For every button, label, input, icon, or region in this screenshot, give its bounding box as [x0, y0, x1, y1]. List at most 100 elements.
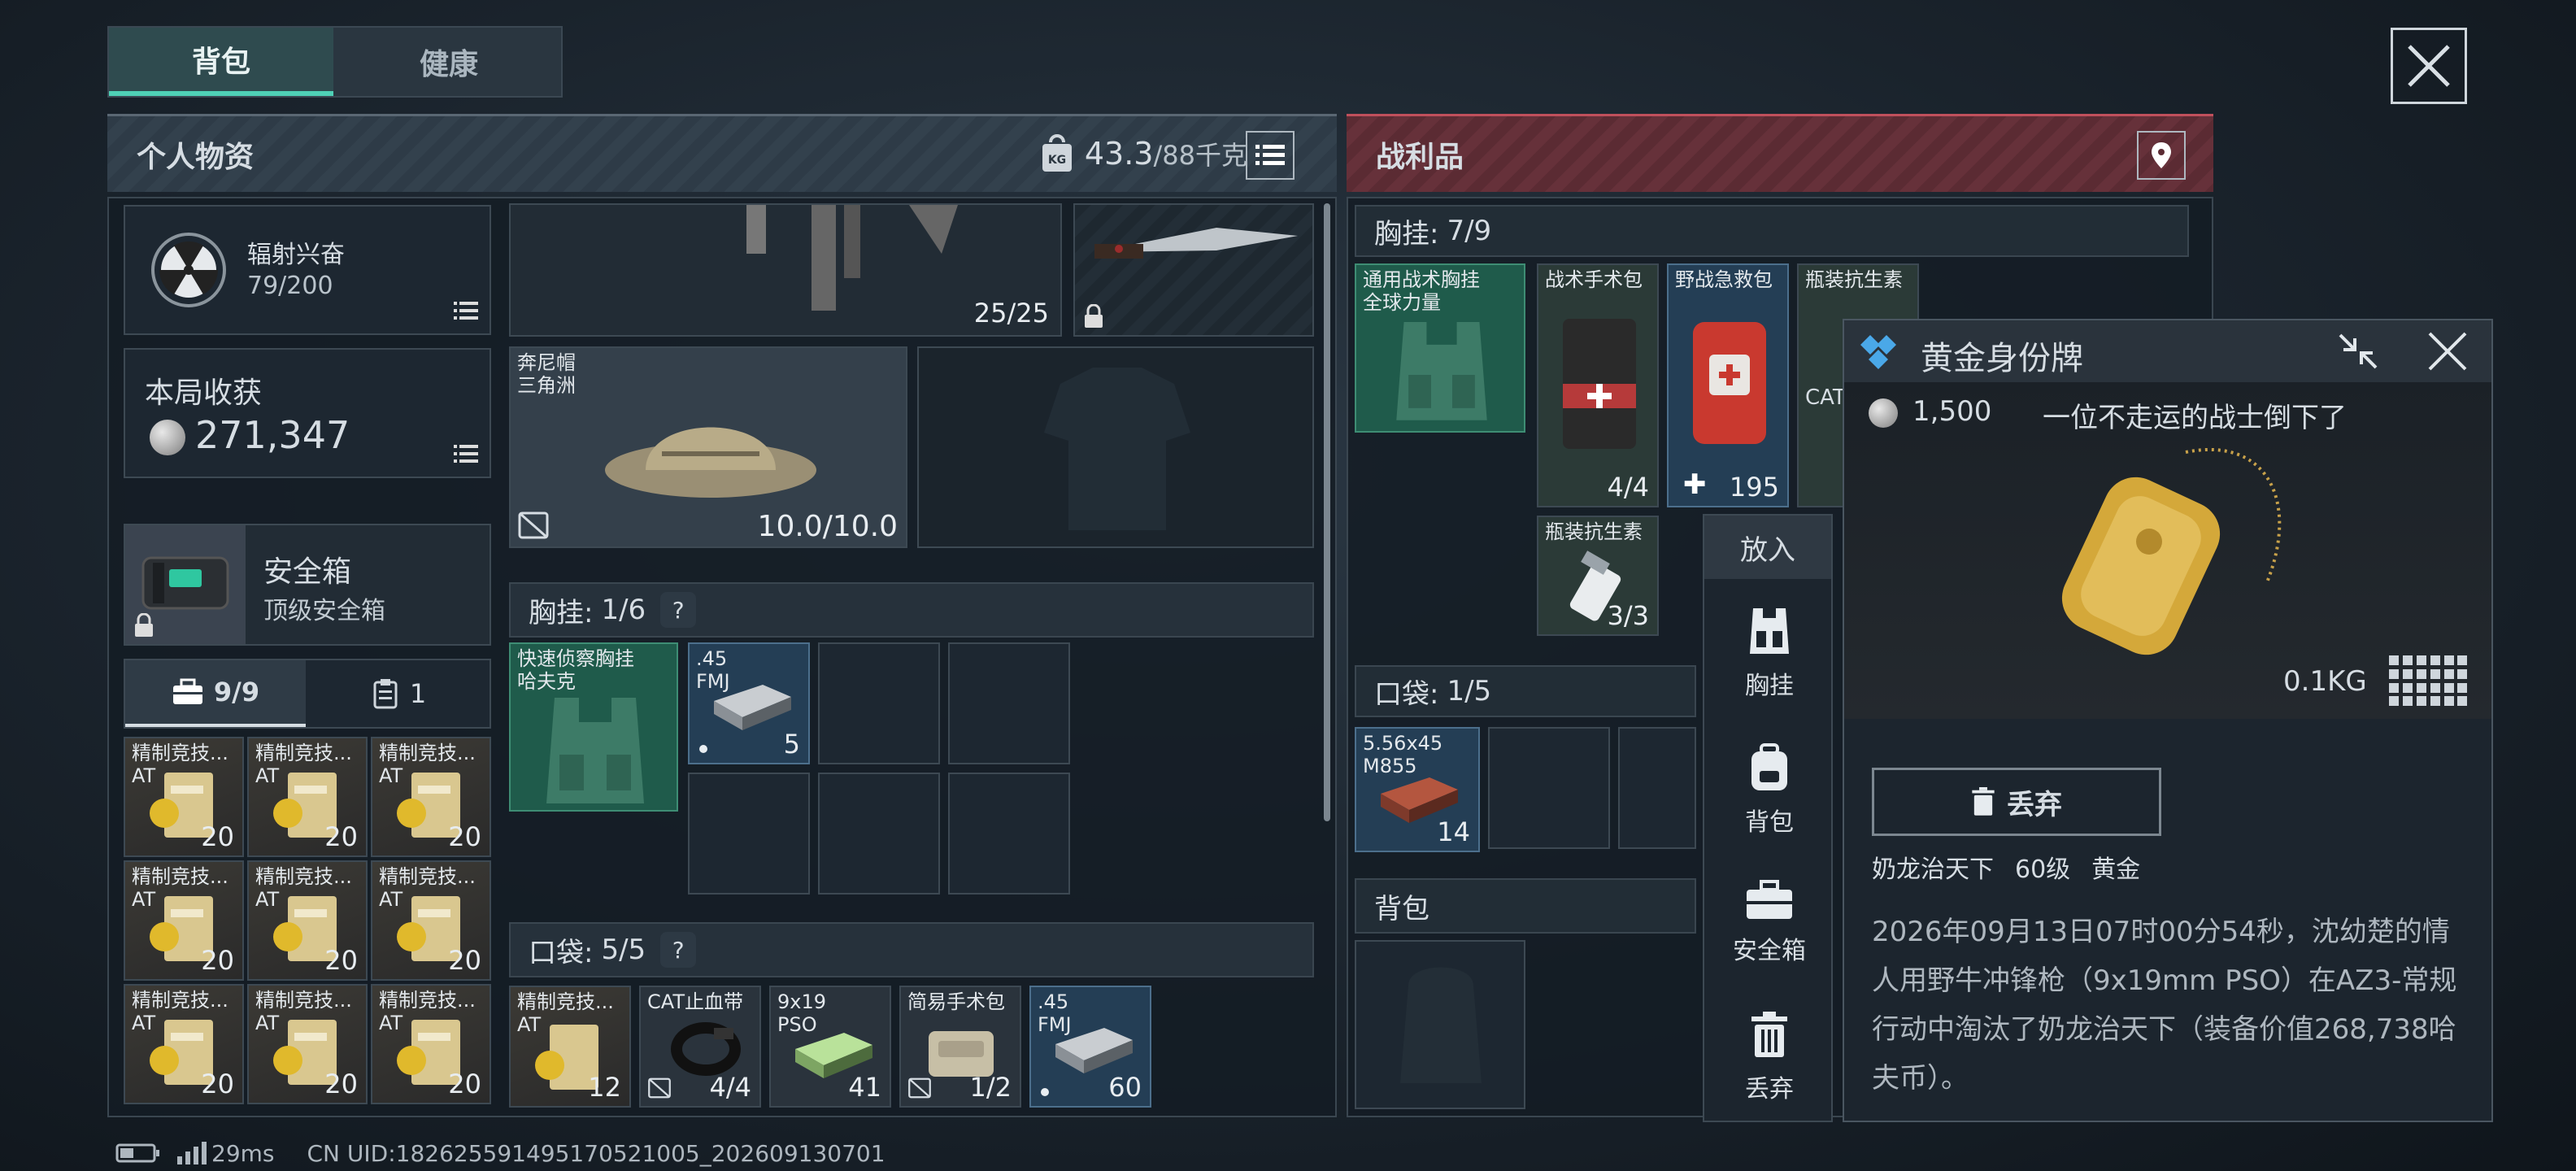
plus-icon: ✚: [1683, 468, 1707, 501]
diamond-rank-icon: [1860, 335, 1896, 369]
first-aid-kit-icon: [1693, 322, 1766, 444]
grid-item[interactable]: 精制竞技... AT 20: [247, 860, 368, 981]
popup-discard-button[interactable]: 丢弃: [1872, 768, 2161, 836]
chest-rig-help-button[interactable]: ?: [660, 592, 697, 628]
chest-ammo-45-slot[interactable]: .45 FMJ 5: [688, 642, 810, 764]
locate-button[interactable]: [2137, 131, 2186, 180]
grid-item[interactable]: 精制竞技... AT 20: [371, 984, 491, 1104]
briefcase-icon: [1747, 880, 1792, 919]
weight-icon: KG: [1042, 134, 1072, 172]
chest-slot-empty[interactable]: [818, 642, 940, 764]
antibiotic-top-name: 瓶装抗生素: [1805, 268, 1903, 291]
grid-item[interactable]: 精制竞技... AT 20: [371, 860, 491, 981]
loot-backpack-label: 背包: [1374, 892, 1429, 925]
tab-case[interactable]: 9/9: [125, 660, 306, 727]
signal-icon: [177, 1142, 207, 1164]
pocket-item[interactable]: CAT止血带 4/4: [639, 986, 761, 1108]
grid-item[interactable]: 精制竞技... AT 20: [247, 984, 368, 1104]
popup-header: 黄金身份牌: [1844, 320, 2491, 382]
loot-ammo-556[interactable]: 5.56x45 M855 14: [1355, 727, 1480, 852]
popup-tagline: 一位不走运的战士倒下了: [2043, 402, 2347, 434]
loot-chest-rig-item[interactable]: 通用战术胸挂 全球力量: [1355, 263, 1525, 433]
menu-backpack[interactable]: 背包: [1704, 743, 1834, 838]
helmet-slot[interactable]: 奔尼帽 三角洲 10.0/10.0: [509, 346, 907, 548]
trash-icon: [1751, 1012, 1787, 1057]
tab-health[interactable]: 健康: [337, 28, 561, 96]
clipboard-count: 1: [409, 678, 427, 709]
pocket-item[interactable]: 简易手术包 1/2: [899, 986, 1021, 1108]
ammo-box-icon: [714, 685, 791, 730]
pockets-section-bar: 口袋: 5/5 ?: [509, 922, 1314, 977]
popup-close-button[interactable]: [2425, 330, 2470, 372]
grid-item[interactable]: 精制竞技... AT 20: [124, 984, 244, 1104]
grid-item[interactable]: 精制竞技... AT 20: [124, 737, 244, 857]
loot-pocket-empty[interactable]: [1488, 727, 1610, 849]
surgery-kit-count: 4/4: [1607, 472, 1650, 503]
loot-field-kit[interactable]: 野战急救包 ✚ 195: [1667, 263, 1789, 507]
safe-box-title: 安全箱: [263, 555, 352, 589]
pocket-item-count: 4/4: [709, 1072, 752, 1103]
loot-title: 战利品: [1376, 140, 1464, 174]
grid-item[interactable]: 精制竞技... AT 20: [124, 860, 244, 981]
loot-header: 战利品: [1347, 114, 2213, 192]
safe-box-icon: [141, 556, 229, 610]
loot-chest-rig-label: 胸挂:: [1374, 217, 1439, 250]
size-grid-icon: [2389, 655, 2467, 706]
no-insure-icon: [908, 1077, 931, 1099]
loot-pocket-empty[interactable]: [1618, 727, 1696, 849]
weight-current: 43.3: [1084, 136, 1154, 172]
grid-item[interactable]: 精制竞技... AT 20: [247, 737, 368, 857]
collapse-button[interactable]: [2335, 330, 2381, 372]
chest-slot-empty[interactable]: [688, 773, 810, 895]
item-count: 20: [448, 1069, 481, 1099]
loot-surgery-kit[interactable]: 战术手术包 4/4: [1537, 263, 1659, 507]
radiation-label: 辐射兴奋: [247, 241, 345, 269]
chest-slot-empty[interactable]: [818, 773, 940, 895]
loot-backpack-slot[interactable]: [1355, 940, 1525, 1109]
harvest-stat[interactable]: 本局收获 271,347: [124, 348, 491, 478]
knife-slot[interactable]: [1073, 203, 1314, 337]
grid-item[interactable]: 精制竞技... AT 20: [371, 737, 491, 857]
sort-list-button[interactable]: [1246, 131, 1295, 180]
owner-info: 奶龙治天下 60级 黄金: [1872, 849, 2140, 885]
surgery-kit-name: 战术手术包: [1545, 268, 1643, 291]
menu-discard[interactable]: 丢弃: [1704, 1012, 1834, 1104]
pocket-item[interactable]: .45 FMJ 60: [1029, 986, 1151, 1108]
pocket-item-count: 12: [588, 1072, 621, 1103]
chest-rig-slot[interactable]: 快速侦察胸挂 哈夫克: [509, 642, 678, 812]
coin-icon: [150, 420, 185, 455]
chest-slot-empty[interactable]: [948, 773, 1070, 895]
radiation-stat[interactable]: 辐射兴奋 79/200: [124, 205, 491, 335]
close-button[interactable]: [2391, 28, 2467, 104]
tab-backpack[interactable]: 背包: [109, 28, 333, 96]
chest-slot-empty[interactable]: [948, 642, 1070, 764]
loot-pockets-bar: 口袋: 1/5: [1355, 665, 1696, 717]
menu-backpack-label: 背包: [1745, 808, 1794, 837]
loot-antibiotic[interactable]: 瓶装抗生素 3/3: [1537, 516, 1659, 636]
list-icon: [454, 445, 478, 463]
battery-icon: [115, 1143, 159, 1163]
list-icon: [454, 302, 478, 320]
chest-rig-label: 胸挂:: [529, 596, 594, 629]
menu-chest-rig[interactable]: 胸挂: [1704, 607, 1834, 701]
menu-safe-box[interactable]: 安全箱: [1704, 880, 1834, 966]
chest-rig-icon: [1396, 322, 1487, 420]
armor-slot-empty[interactable]: [917, 346, 1314, 548]
rifle-slot[interactable]: 25/25: [509, 203, 1062, 337]
loot-chest-rig-bar: 胸挂: 7/9: [1355, 205, 2189, 257]
weight-max: /88千克: [1153, 140, 1247, 171]
loot-chest-rig-value: 7/9: [1447, 215, 1492, 247]
safe-box-slot[interactable]: 安全箱 顶级安全箱: [124, 524, 491, 646]
pocket-item[interactable]: 精制竞技... AT 12: [509, 986, 631, 1108]
pockets-help-button[interactable]: ?: [660, 932, 697, 968]
pockets-value: 5/5: [601, 934, 646, 966]
pocket-item[interactable]: 9x19 PSO 41: [769, 986, 891, 1108]
pocket-item-name: CAT止血带: [647, 990, 743, 1013]
hat-durability: 10.0/10.0: [757, 510, 898, 543]
rifle-ammo-count: 25/25: [973, 298, 1049, 329]
field-kit-name: 野战急救包: [1675, 268, 1773, 291]
coin-icon: [1869, 398, 1898, 428]
knife-icon: [1094, 228, 1298, 259]
scrollbar[interactable]: [1324, 203, 1330, 821]
tab-clipboard[interactable]: 1: [309, 660, 490, 727]
